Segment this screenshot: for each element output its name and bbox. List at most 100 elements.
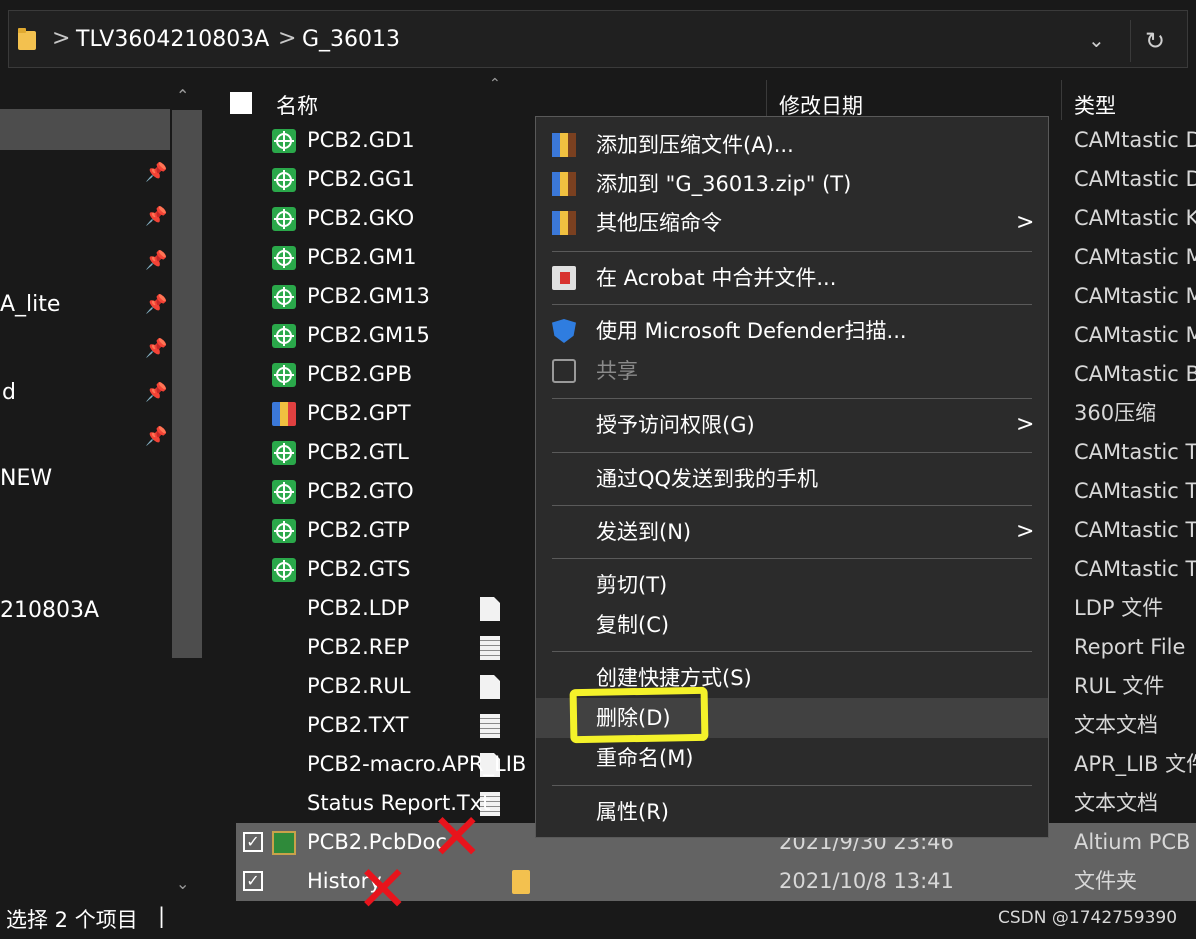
- nav-item[interactable]: 210803A: [0, 598, 99, 623]
- file-type: CAMtastic T: [1074, 479, 1196, 503]
- acrobat-icon: [552, 266, 576, 290]
- file-name: PCB2.GM15: [307, 323, 430, 347]
- file-type: CAMtastic M: [1074, 323, 1196, 347]
- red-x-annotation: ✕: [356, 853, 410, 927]
- menu-item-add-to-zip[interactable]: 添加到 "G_36013.zip" (T): [536, 164, 1048, 204]
- pin-icon[interactable]: 📌: [145, 206, 167, 227]
- menu-separator: [552, 398, 1032, 399]
- chevron-down-icon[interactable]: ⌄: [1088, 28, 1105, 52]
- gerber-icon: [272, 441, 296, 465]
- menu-separator: [552, 651, 1032, 652]
- highlight-annotation: [569, 686, 709, 744]
- file-icon: [480, 597, 500, 621]
- file-icon: [480, 675, 500, 699]
- text-file-icon: [480, 636, 500, 660]
- menu-item-other-compress[interactable]: 其他压缩命令 >: [536, 203, 1048, 243]
- file-type: CAMtastic T: [1074, 557, 1196, 581]
- file-name: PCB2.GTO: [307, 479, 414, 503]
- menu-item-defender-scan[interactable]: 使用 Microsoft Defender扫描...: [536, 311, 1048, 351]
- menu-item-acrobat-merge[interactable]: 在 Acrobat 中合并文件...: [536, 258, 1048, 298]
- menu-item-share: 共享: [536, 351, 1048, 391]
- menu-item-label: 授予访问权限(G): [596, 413, 755, 437]
- scrollbar-thumb[interactable]: [172, 110, 202, 658]
- file-type: CAMtastic D: [1074, 128, 1196, 152]
- pin-icon[interactable]: 📌: [145, 426, 167, 447]
- menu-separator: [552, 304, 1032, 305]
- breadcrumb-item[interactable]: TLV3604210803A: [76, 27, 269, 52]
- file-type: CAMtastic T: [1074, 518, 1196, 542]
- menu-separator: [552, 785, 1032, 786]
- breadcrumb-separator: >: [278, 26, 297, 51]
- scroll-down-icon[interactable]: ⌄: [176, 874, 189, 893]
- file-type: Altium PCB: [1074, 830, 1191, 854]
- menu-item-label: 发送到(N): [596, 520, 692, 544]
- pin-icon[interactable]: 📌: [145, 338, 167, 359]
- winrar-icon: [552, 211, 576, 235]
- menu-item-add-to-archive[interactable]: 添加到压缩文件(A)...: [536, 125, 1048, 165]
- file-type: 360压缩: [1074, 401, 1157, 425]
- file-name: PCB2.GTL: [307, 440, 409, 464]
- file-name: PCB2.GKO: [307, 206, 415, 230]
- row-checkbox[interactable]: ✓: [243, 871, 263, 891]
- nav-item-selected[interactable]: [0, 109, 170, 150]
- file-type: LDP 文件: [1074, 596, 1164, 620]
- menu-item-rename[interactable]: 重命名(M): [536, 738, 1048, 778]
- file-type: CAMtastic T: [1074, 440, 1196, 464]
- status-separator: |: [158, 904, 166, 928]
- pcb-doc-icon: [272, 831, 296, 855]
- menu-separator: [552, 452, 1032, 453]
- gerber-icon: [272, 129, 296, 153]
- menu-item-label: 通过QQ发送到我的手机: [596, 467, 819, 491]
- menu-item-label: 共享: [596, 359, 638, 383]
- archive-icon: [272, 402, 296, 426]
- column-divider[interactable]: [1061, 80, 1062, 120]
- selection-count: 选择 2 个项目: [6, 908, 138, 932]
- menu-item-qq-send[interactable]: 通过QQ发送到我的手机: [536, 459, 1048, 499]
- file-name: PCB2.GD1: [307, 128, 415, 152]
- gerber-icon: [272, 480, 296, 504]
- watermark: CSDN @1742759390: [998, 908, 1178, 928]
- gerber-icon: [272, 558, 296, 582]
- column-header-type[interactable]: 类型: [1074, 90, 1116, 120]
- menu-item-cut[interactable]: 剪切(T): [536, 565, 1048, 605]
- file-type: Report File: [1074, 635, 1186, 659]
- breadcrumb-item-current[interactable]: G_36013: [302, 27, 400, 52]
- file-type: CAMtastic D: [1074, 167, 1196, 191]
- folder-icon: [18, 28, 36, 50]
- column-header-name[interactable]: 名称: [276, 90, 318, 120]
- file-type: RUL 文件: [1074, 674, 1165, 698]
- row-checkbox[interactable]: ✓: [243, 832, 263, 852]
- gerber-icon: [272, 285, 296, 309]
- nav-item[interactable]: d: [2, 380, 16, 405]
- menu-item-grant-access[interactable]: 授予访问权限(G) >: [536, 405, 1048, 445]
- scroll-up-icon[interactable]: ⌃: [176, 86, 189, 105]
- file-name: PCB2-macro.APR_LIB: [307, 752, 527, 776]
- pin-icon[interactable]: 📌: [145, 162, 167, 183]
- file-type: APR_LIB 文件: [1074, 752, 1196, 776]
- winrar-icon: [552, 133, 576, 157]
- nav-item[interactable]: A_lite: [0, 292, 60, 317]
- pin-icon[interactable]: 📌: [145, 294, 167, 315]
- refresh-icon[interactable]: ↻: [1130, 20, 1179, 62]
- text-file-icon: [480, 714, 500, 738]
- file-type: CAMtastic M: [1074, 245, 1196, 269]
- menu-item-label: 使用 Microsoft Defender扫描...: [596, 319, 907, 343]
- select-all-checkbox[interactable]: [230, 92, 252, 114]
- file-name: PCB2.LDP: [307, 596, 410, 620]
- menu-item-copy[interactable]: 复制(C): [536, 605, 1048, 645]
- menu-item-send-to[interactable]: 发送到(N) >: [536, 512, 1048, 552]
- pin-icon[interactable]: 📌: [145, 382, 167, 403]
- pin-icon[interactable]: 📌: [145, 250, 167, 271]
- menu-item-label: 复制(C): [596, 613, 670, 637]
- column-divider[interactable]: [766, 80, 767, 120]
- file-name: PCB2.REP: [307, 635, 410, 659]
- file-name: PCB2.TXT: [307, 713, 409, 737]
- nav-item[interactable]: NEW: [0, 466, 52, 491]
- menu-item-properties[interactable]: 属性(R): [536, 792, 1048, 832]
- file-type: 文本文档: [1074, 791, 1158, 815]
- file-type: CAMtastic K: [1074, 206, 1196, 230]
- menu-item-label: 重命名(M): [596, 746, 694, 770]
- breadcrumb-separator: >: [52, 26, 71, 51]
- chevron-right-icon: >: [1016, 519, 1035, 544]
- file-type: 文件夹: [1074, 869, 1137, 893]
